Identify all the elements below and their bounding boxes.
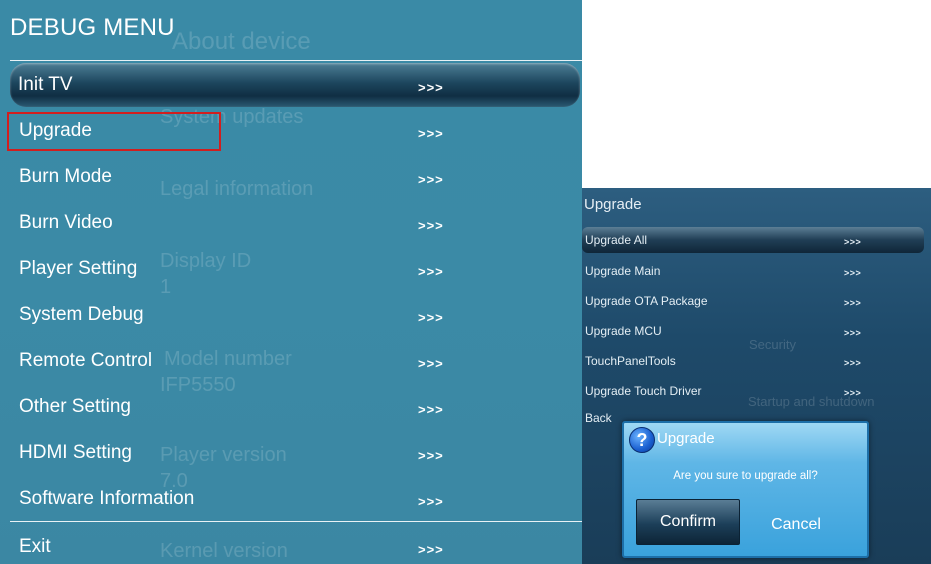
menu-item-label: HDMI Setting bbox=[19, 442, 132, 463]
chevron-right-icon: >>> bbox=[844, 358, 862, 368]
menu-item-label: Exit bbox=[19, 536, 51, 557]
chevron-right-icon: >>> bbox=[844, 328, 862, 338]
menu-item-label: Software Information bbox=[19, 488, 195, 509]
upgrade-item-label: Upgrade Touch Driver bbox=[585, 384, 702, 398]
chevron-right-icon: >>> bbox=[418, 309, 444, 325]
dialog-title: Upgrade bbox=[657, 430, 715, 447]
menu-item-remote-control[interactable]: Remote Control >>> bbox=[0, 339, 582, 383]
upgrade-item-label: Upgrade OTA Package bbox=[585, 294, 708, 308]
menu-item-label: Remote Control bbox=[19, 350, 153, 371]
bg-about-device: About device bbox=[172, 28, 311, 55]
chevron-right-icon: >>> bbox=[418, 125, 444, 141]
chevron-right-icon: >>> bbox=[844, 268, 862, 278]
upgrade-highlight-box bbox=[7, 112, 221, 151]
cancel-button[interactable]: Cancel bbox=[744, 503, 848, 547]
confirm-button[interactable]: Confirm bbox=[636, 499, 740, 545]
divider bbox=[10, 60, 582, 61]
menu-item-exit[interactable]: Exit >>> bbox=[0, 525, 582, 564]
menu-item-label: Burn Video bbox=[19, 212, 113, 233]
chevron-right-icon: >>> bbox=[418, 171, 444, 187]
chevron-right-icon: >>> bbox=[418, 79, 444, 95]
menu-item-init-tv[interactable]: Init TV >>> bbox=[10, 63, 580, 107]
chevron-right-icon: >>> bbox=[418, 493, 444, 509]
upgrade-item-upgrade-all[interactable]: Upgrade All >>> bbox=[582, 227, 924, 253]
menu-item-player-setting[interactable]: Player Setting >>> bbox=[0, 247, 582, 291]
upgrade-item-label: Back bbox=[585, 411, 612, 425]
dialog-message: Are you sure to upgrade all? bbox=[673, 470, 818, 482]
debug-menu: About device System updates Legal inform… bbox=[0, 0, 582, 564]
menu-item-label: Other Setting bbox=[19, 396, 131, 417]
upgrade-item-label: Upgrade MCU bbox=[585, 324, 662, 338]
upgrade-item-upgrade-main[interactable]: Upgrade Main >>> bbox=[582, 258, 931, 284]
upgrade-item-upgrade-touch-driver[interactable]: Upgrade Touch Driver >>> bbox=[582, 378, 931, 404]
menu-item-software-information[interactable]: Software Information >>> bbox=[0, 477, 582, 521]
chevron-right-icon: >>> bbox=[418, 355, 444, 371]
chevron-right-icon: >>> bbox=[844, 388, 862, 398]
upgrade-item-touchpaneltools[interactable]: TouchPanelTools >>> bbox=[582, 348, 931, 374]
menu-item-label: Init TV bbox=[18, 74, 73, 95]
menu-item-system-debug[interactable]: System Debug >>> bbox=[0, 293, 582, 337]
menu-item-label: System Debug bbox=[19, 304, 144, 325]
upgrade-item-label: TouchPanelTools bbox=[585, 354, 676, 368]
upgrade-panel-title: Upgrade bbox=[584, 196, 642, 213]
menu-item-other-setting[interactable]: Other Setting >>> bbox=[0, 385, 582, 429]
menu-item-burn-video[interactable]: Burn Video >>> bbox=[0, 201, 582, 245]
upgrade-item-upgrade-ota-package[interactable]: Upgrade OTA Package >>> bbox=[582, 288, 931, 314]
divider bbox=[10, 521, 582, 522]
chevron-right-icon: >>> bbox=[418, 541, 444, 557]
chevron-right-icon: >>> bbox=[844, 298, 862, 308]
chevron-right-icon: >>> bbox=[418, 217, 444, 233]
chevron-right-icon: >>> bbox=[418, 401, 444, 417]
debug-menu-title: DEBUG MENU bbox=[10, 14, 175, 41]
chevron-right-icon: >>> bbox=[844, 237, 862, 247]
menu-item-label: Player Setting bbox=[19, 258, 138, 279]
menu-item-hdmi-setting[interactable]: HDMI Setting >>> bbox=[0, 431, 582, 475]
upgrade-item-upgrade-mcu[interactable]: Upgrade MCU >>> bbox=[582, 318, 931, 344]
question-icon: ? bbox=[629, 427, 655, 453]
chevron-right-icon: >>> bbox=[418, 263, 444, 279]
upgrade-item-label: Upgrade All bbox=[585, 233, 648, 247]
chevron-right-icon: >>> bbox=[418, 447, 444, 463]
upgrade-panel: Upgrade Security Startup and shutdown Up… bbox=[582, 188, 931, 564]
upgrade-confirm-dialog: ? Upgrade Are you sure to upgrade all? C… bbox=[622, 421, 869, 558]
upgrade-item-label: Upgrade Main bbox=[585, 264, 661, 278]
menu-item-burn-mode[interactable]: Burn Mode >>> bbox=[0, 155, 582, 199]
menu-item-label: Burn Mode bbox=[19, 166, 112, 187]
